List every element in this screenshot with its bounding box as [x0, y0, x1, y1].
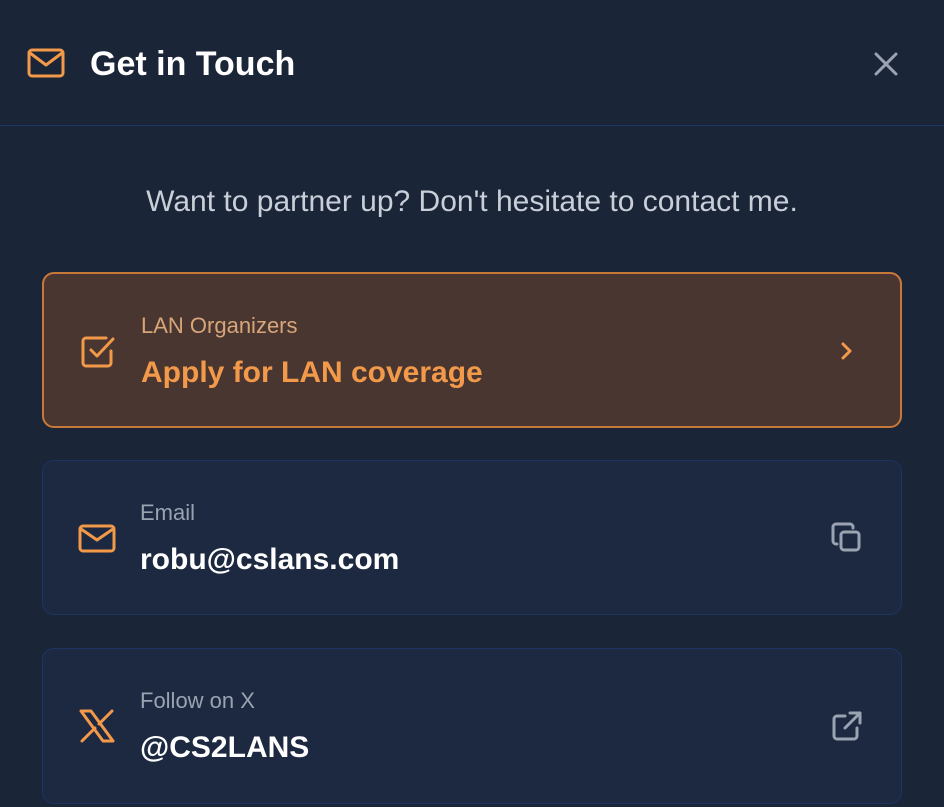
- card-value: @CS2LANS: [140, 731, 310, 764]
- card-label: Email: [140, 500, 196, 525]
- copy-icon[interactable]: [827, 518, 867, 558]
- lan-coverage-card[interactable]: LAN Organizers Apply for LAN coverage: [42, 272, 902, 428]
- modal-title: Get in Touch: [90, 45, 296, 83]
- card-label: Follow on X: [140, 688, 255, 713]
- card-label: LAN Organizers: [141, 313, 298, 338]
- chevron-right-icon: [841, 342, 852, 360]
- external-link-icon[interactable]: [827, 706, 867, 746]
- contact-modal: Get in Touch Want to partner up? Don't h…: [0, 0, 944, 807]
- x-follow-card[interactable]: Follow on X @CS2LANS: [42, 648, 902, 804]
- modal-subtitle: Want to partner up? Don't hesitate to co…: [146, 185, 798, 218]
- x-logo-icon: [79, 709, 115, 743]
- card-value: Apply for LAN coverage: [141, 356, 483, 389]
- close-icon[interactable]: [866, 44, 906, 84]
- card-value: robu@cslans.com: [140, 543, 400, 576]
- mail-icon: [27, 48, 65, 78]
- modal-header: Get in Touch: [0, 0, 944, 126]
- email-card[interactable]: Email robu@cslans.com: [42, 460, 902, 615]
- checkbox-icon: [81, 336, 115, 368]
- mail-icon: [78, 524, 116, 553]
